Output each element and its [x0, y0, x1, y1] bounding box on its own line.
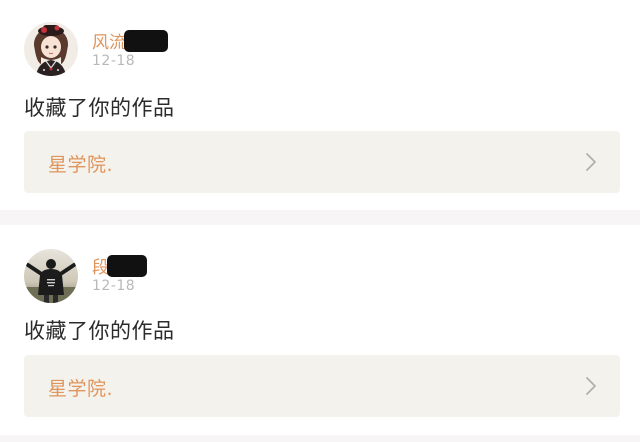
username[interactable]: 段	[92, 253, 147, 278]
work-title: 星学院.	[48, 154, 114, 176]
person-hoodie-avatar-icon	[24, 249, 78, 303]
user-avatar[interactable]	[24, 249, 78, 303]
notification-text: 收藏了你的作品	[24, 96, 175, 120]
work-title: 星学院.	[48, 378, 114, 400]
notification-card: 段 12-18 收藏了你的作品 星学院.	[0, 225, 640, 435]
timestamp: 12-18	[92, 278, 136, 294]
work-link-button[interactable]: 星学院.	[24, 355, 620, 417]
notification-card: 风流 12-18 收藏了你的作品 星学院.	[0, 0, 640, 210]
anime-girl-avatar-icon	[24, 22, 78, 76]
notification-feed: 风流 12-18 收藏了你的作品 星学院. 段 12-18 收藏了你的作品 星学…	[0, 0, 640, 442]
notification-text: 收藏了你的作品	[24, 319, 175, 343]
chevron-right-icon	[586, 377, 596, 395]
chevron-right-icon	[586, 153, 596, 171]
work-link-button[interactable]: 星学院.	[24, 131, 620, 193]
username[interactable]: 风流	[92, 28, 168, 53]
user-avatar[interactable]	[24, 22, 78, 76]
redacted-block	[124, 30, 168, 52]
timestamp: 12-18	[92, 53, 136, 69]
username-text: 风流	[92, 33, 126, 53]
redacted-block	[107, 255, 147, 277]
